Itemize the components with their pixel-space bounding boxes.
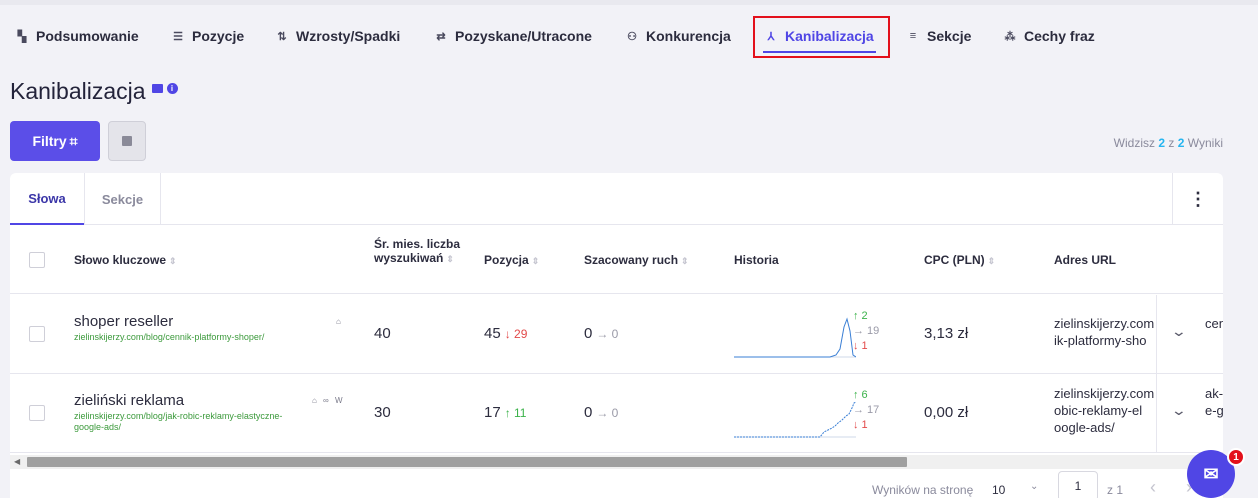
position-value: 17 ↑ 11 <box>484 404 527 421</box>
col-volume[interactable]: Śr. mies. liczba wyszukiwań ⇕ <box>374 237 470 266</box>
sort-icon: ⇕ <box>169 256 177 266</box>
history-sparkline <box>734 317 856 358</box>
nav-tab-positions[interactable]: ☰ Pozycje <box>172 16 244 56</box>
col-cpc[interactable]: CPC (PLN) ⇕ <box>924 253 995 268</box>
position-delta: ↑ 11 <box>504 406 527 420</box>
chat-notification-badge: 1 <box>1227 448 1245 466</box>
position-delta: ↓ 29 <box>504 327 528 341</box>
save-icon <box>122 136 132 146</box>
table-row[interactable]: shoper reseller zielinskijerzy.com/blog/… <box>10 295 1223 374</box>
chevron-down-icon[interactable]: ⌄ <box>1171 402 1187 419</box>
traffic-delta: → 0 <box>596 406 619 420</box>
history-stats: ↑ 2 → 19 ↓ 1 <box>853 310 880 352</box>
volume-value: 40 <box>374 325 391 342</box>
expand-cell[interactable]: ⌄ cen <box>1156 295 1223 374</box>
serp-feature-icons: ⌂ ∞ W <box>312 396 345 405</box>
chevron-down-icon[interactable]: ⌄ <box>1171 323 1187 340</box>
page-input[interactable]: 1 <box>1058 471 1098 498</box>
nav-tab-summary[interactable]: ▚ Podsumowanie <box>16 16 139 56</box>
keyword-url[interactable]: zielinskijerzy.com/blog/jak-robic-reklam… <box>74 411 284 433</box>
select-all-checkbox[interactable] <box>29 252 45 268</box>
active-tab-underline <box>763 51 876 53</box>
volume-value: 30 <box>374 404 391 421</box>
sort-icon: ⇕ <box>681 256 689 266</box>
cpc-value: 3,13 zł <box>924 325 969 342</box>
col-traffic[interactable]: Szacowany ruch ⇕ <box>584 253 689 268</box>
nav-tab-phrase-features[interactable]: ⁂ Cechy fraz <box>1004 16 1095 56</box>
subtab-words[interactable]: Słowa <box>10 173 84 225</box>
keyword-text: shoper reseller <box>74 313 174 330</box>
pagination: Wyników na stronę 10 ⌄ 1 z 1 ‹ › <box>10 469 1223 498</box>
per-page-select[interactable]: 10 <box>992 483 1005 497</box>
chevron-down-icon[interactable]: ⌄ <box>1030 481 1038 492</box>
keyword-text: zieliński reklama <box>74 392 185 409</box>
url-value[interactable]: zielinskijerzy.com ik-platformy-sho <box>1054 315 1156 349</box>
list-icon: ☰ <box>173 30 183 43</box>
save-filters-button[interactable] <box>108 121 146 161</box>
subtabs: Słowa Sekcje ⋮ <box>10 173 1223 225</box>
cpc-value: 0,00 zł <box>924 404 969 421</box>
traffic-value: 0 → 0 <box>584 404 619 421</box>
horizontal-scrollbar[interactable]: ◀ <box>10 455 1223 469</box>
up-down-arrows-icon: ⇅ <box>277 30 287 43</box>
history-stats: ↑ 6 → 17 ↓ 1 <box>853 389 880 431</box>
col-url: Adres URL <box>1054 253 1117 267</box>
nav-tab-sections[interactable]: ≡ Sekcje <box>907 16 972 56</box>
results-count: Widzisz 2 z 2 Wyniki <box>1113 136 1223 150</box>
nav-tab-gained-lost[interactable]: ⇄ Pozyskane/Utracone <box>435 16 592 56</box>
nav-tab-competition[interactable]: ⚇ Konkurencja <box>626 16 731 56</box>
results-table-card: Słowa Sekcje ⋮ Słowo kluczowe ⇕ Śr. mies.… <box>10 173 1223 498</box>
users-icon: ⚇ <box>627 30 637 43</box>
swap-arrows-icon: ⇄ <box>436 30 446 43</box>
sort-icon: ⇕ <box>531 256 540 266</box>
shapes-icon: ⁂ <box>1004 30 1016 43</box>
table-row[interactable]: zieliński reklama zielinskijerzy.com/blo… <box>10 374 1223 453</box>
premium-icon <box>151 84 163 93</box>
serp-feature-icons: ⌂ <box>336 317 343 326</box>
row-checkbox[interactable] <box>29 326 45 342</box>
info-icon[interactable]: i <box>166 83 178 94</box>
scrollbar-thumb[interactable] <box>27 457 907 467</box>
col-history: Historia <box>734 253 779 267</box>
table-header: Słowo kluczowe ⇕ Śr. mies. liczba wyszuki… <box>10 226 1223 294</box>
expand-cell[interactable]: ⌄ ak- e-g <box>1156 374 1223 453</box>
chat-icon: ✉ <box>1203 463 1219 484</box>
filter-grid-icon: ⌗ <box>69 132 78 149</box>
page-title: Kanibalizacja i <box>10 78 178 105</box>
sort-icon: ⇕ <box>446 254 454 264</box>
dashboard-icon: ▚ <box>17 30 27 43</box>
scroll-left-icon[interactable]: ◀ <box>14 457 20 466</box>
report-nav: ▚ Podsumowanie ☰ Pozycje ⇅ Wzrosty/Spadki ⇄… <box>0 16 1258 56</box>
traffic-value: 0 → 0 <box>584 325 619 342</box>
sections-icon: ≡ <box>909 30 917 42</box>
history-sparkline <box>734 401 856 438</box>
col-keyword[interactable]: Słowo kluczowe ⇕ <box>74 253 177 268</box>
more-options-icon[interactable]: ⋮ <box>1172 173 1223 225</box>
nav-tab-ups-downs[interactable]: ⇅ Wzrosty/Spadki <box>276 16 400 56</box>
col-position[interactable]: Pozycja ⇕ <box>484 253 539 268</box>
filters-button[interactable]: Filtry ⌗ <box>10 121 100 161</box>
top-strip <box>0 0 1258 5</box>
position-value: 45 ↓ 29 <box>484 325 528 342</box>
subtab-sections[interactable]: Sekcje <box>85 173 160 225</box>
prev-page-icon[interactable]: ‹ <box>1150 477 1156 498</box>
url-value[interactable]: zielinskijerzy.com obic-reklamy-el oogle… <box>1054 385 1156 436</box>
keyword-url[interactable]: zielinskijerzy.com/blog/cennik-platformy… <box>74 332 284 343</box>
traffic-delta: → 0 <box>596 327 619 341</box>
row-checkbox[interactable] <box>29 405 45 421</box>
sort-icon: ⇕ <box>987 256 996 266</box>
